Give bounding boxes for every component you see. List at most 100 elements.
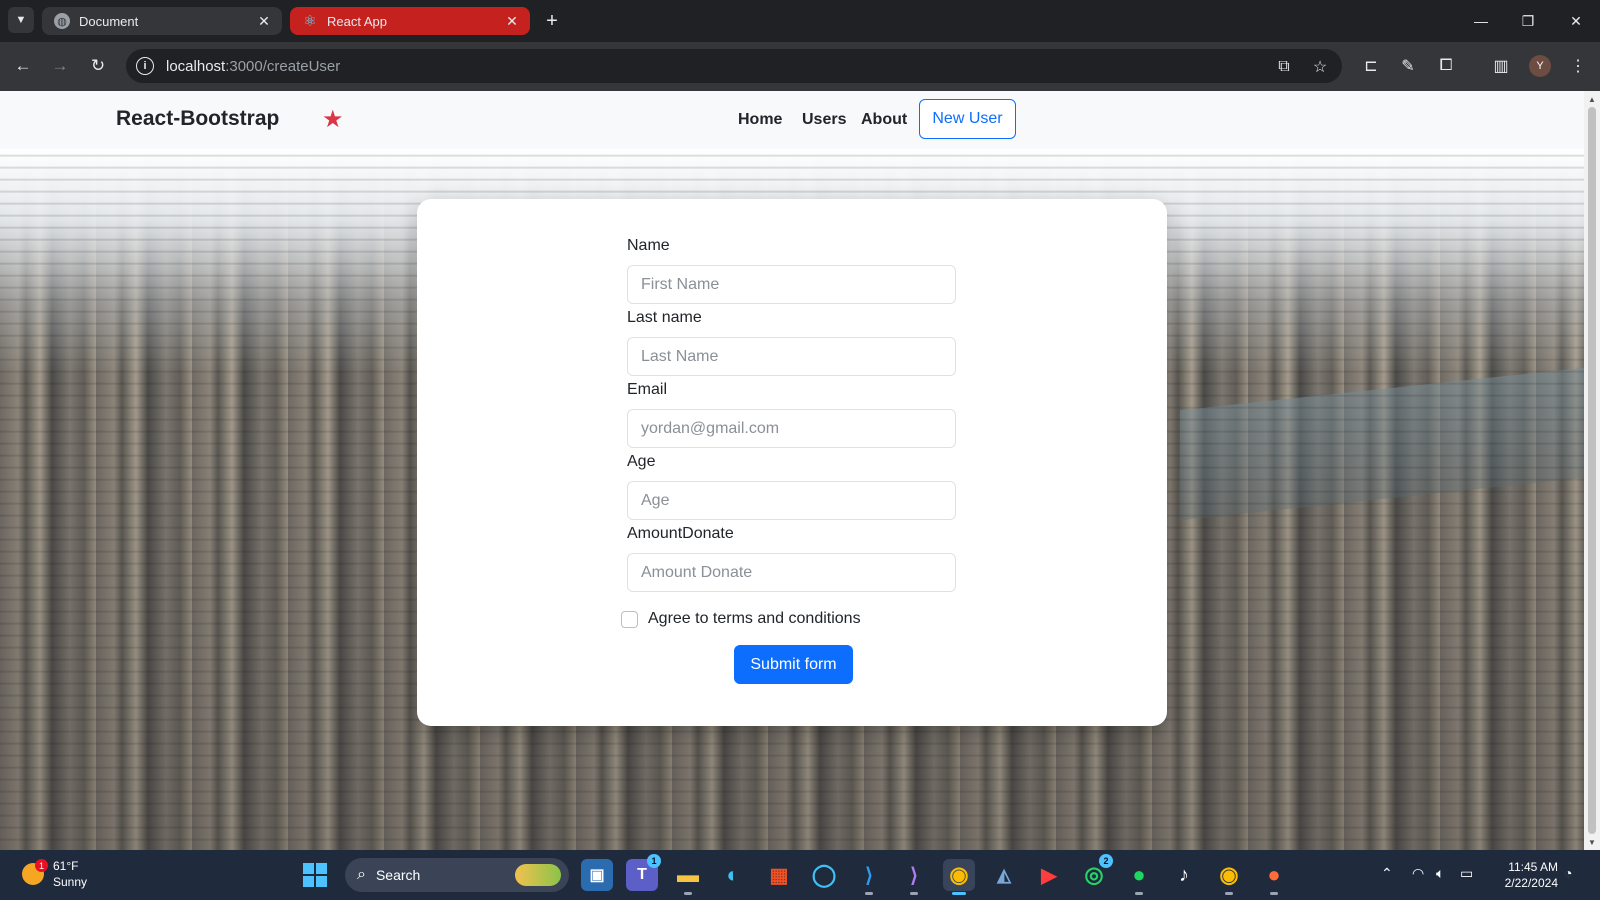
running-indicator xyxy=(952,892,966,895)
age-label: Age xyxy=(627,453,656,470)
react-logo-icon: ⚛ xyxy=(303,13,317,30)
taskbar-clock[interactable]: 11:45 AM 2/22/2024 xyxy=(1486,859,1558,891)
microsoft-store-icon[interactable]: ▦ xyxy=(763,859,795,891)
visual-studio-icon[interactable]: ⟩ xyxy=(898,859,930,895)
url-text: localhost:3000/createUser xyxy=(166,58,340,75)
weather-temp: 61°F xyxy=(53,859,79,873)
weather-text: 61°F Sunny xyxy=(53,858,87,890)
running-indicator xyxy=(865,892,873,895)
new-user-button[interactable]: New User xyxy=(919,99,1016,139)
amount-donate-label: AmountDonate xyxy=(627,525,734,542)
url-path: :3000/createUser xyxy=(225,57,341,75)
open-in-app-icon[interactable]: ⧉ xyxy=(1273,56,1295,78)
browser-toolbar: ← → ↻ i localhost:3000/createUser ⧉ ☆ ⊏ … xyxy=(0,42,1600,91)
page-viewport: React-Bootstrap ★ Home Users About New U… xyxy=(0,91,1584,850)
browser-tab-strip: ▼ ◍ Document ✕ ⚛ React App ✕ + — ❐ ✕ xyxy=(0,0,1600,42)
spotify-icon[interactable]: ● xyxy=(1123,859,1155,895)
running-indicator xyxy=(684,892,692,895)
chrome-profile-icon[interactable]: ◉ xyxy=(1213,859,1245,895)
nav-link-users[interactable]: Users xyxy=(802,111,846,129)
windows-start-icon[interactable] xyxy=(303,863,327,887)
create-user-card: Name Last name Email Age AmountDonate Ag… xyxy=(417,199,1167,726)
close-window-icon[interactable]: ✕ xyxy=(1558,8,1594,34)
first-name-input[interactable] xyxy=(627,265,956,304)
taskbar-search-box[interactable]: ⌕ Search xyxy=(345,858,569,892)
reload-icon[interactable]: ↻ xyxy=(84,52,112,80)
star-icon: ★ xyxy=(322,106,344,133)
last-name-label: Last name xyxy=(627,309,702,326)
minimize-icon[interactable]: — xyxy=(1463,8,1499,34)
extension-icon[interactable]: ⊏ xyxy=(1359,54,1383,78)
age-input[interactable] xyxy=(627,481,956,520)
running-indicator xyxy=(1225,892,1233,895)
running-indicator xyxy=(910,892,918,895)
navbar: React-Bootstrap ★ Home Users About New U… xyxy=(0,91,1584,149)
terms-checkbox-row: Agree to terms and conditions xyxy=(621,610,861,628)
tiktok-icon[interactable]: ♪ xyxy=(1168,859,1200,891)
video-player-icon[interactable]: ▶ xyxy=(1033,859,1065,891)
search-icon: ⌕ xyxy=(357,866,366,883)
weather-badge: 1 xyxy=(35,859,48,872)
tab-document[interactable]: ◍ Document ✕ xyxy=(42,7,282,35)
volume-icon[interactable]: 🔈︎ xyxy=(1436,865,1444,882)
running-indicator xyxy=(1135,892,1143,895)
cortana-ring-icon[interactable]: ◯ xyxy=(808,859,840,891)
nav-link-about[interactable]: About xyxy=(861,111,907,129)
whatsapp-icon[interactable]: ◎ 2 xyxy=(1078,854,1113,891)
submit-form-button[interactable]: Submit form xyxy=(734,645,853,684)
site-info-icon[interactable]: i xyxy=(136,57,154,75)
address-bar[interactable]: i localhost:3000/createUser ⧉ ☆ xyxy=(126,49,1342,83)
amount-donate-input[interactable] xyxy=(627,553,956,592)
terms-checkbox[interactable] xyxy=(621,610,638,628)
name-label: Name xyxy=(627,237,670,254)
clock-date: 2/22/2024 xyxy=(1504,876,1558,890)
nav-link-home[interactable]: Home xyxy=(738,111,782,129)
profile-avatar[interactable]: Y xyxy=(1529,55,1551,77)
weather-desc: Sunny xyxy=(53,875,88,889)
sun-icon: 1 xyxy=(22,859,48,885)
sql-tool-icon[interactable]: ◭ xyxy=(988,859,1020,891)
teams-app-icon[interactable]: T1 xyxy=(626,854,661,891)
bookmark-star-icon[interactable]: ☆ xyxy=(1309,56,1331,78)
email-label: Email xyxy=(627,381,668,398)
scrollbar-thumb[interactable] xyxy=(1588,107,1596,834)
globe-icon: ◍ xyxy=(54,13,70,29)
new-tab-plus-icon[interactable]: + xyxy=(541,8,563,34)
vscode-icon[interactable]: ⟩ xyxy=(853,859,885,895)
tab-title: Document xyxy=(79,13,139,29)
tab-close-icon[interactable]: ✕ xyxy=(504,13,520,29)
tab-search-chevron-icon[interactable]: ▼ xyxy=(8,7,34,33)
eyedropper-icon[interactable]: ✎ xyxy=(1396,54,1420,78)
file-explorer-icon[interactable]: ▬ xyxy=(672,859,704,895)
weather-widget[interactable]: 1 61°F Sunny xyxy=(22,858,87,890)
teams-badge: 1 xyxy=(647,854,661,868)
photos-app-icon[interactable]: ▣ xyxy=(581,859,613,891)
extensions-puzzle-icon[interactable]: ⧠ xyxy=(1434,54,1458,78)
search-highlight-image xyxy=(515,864,561,886)
taskbar-search-label: Search xyxy=(375,867,421,883)
tab-react-app[interactable]: ⚛ React App ✕ xyxy=(290,7,530,35)
tray-chevron-up-icon[interactable]: ⌃ xyxy=(1381,865,1393,882)
navbar-brand[interactable]: React-Bootstrap xyxy=(116,107,279,131)
battery-icon[interactable]: ▭ xyxy=(1460,865,1473,882)
email-input[interactable] xyxy=(627,409,956,448)
running-indicator xyxy=(1270,892,1278,895)
restore-icon[interactable]: ❐ xyxy=(1510,8,1546,34)
whatsapp-badge: 2 xyxy=(1099,854,1113,868)
postman-icon[interactable]: ● xyxy=(1258,859,1290,895)
notification-bell-icon[interactable]: ◔ xyxy=(1564,865,1572,881)
windows-taskbar: 1 61°F Sunny ⌕ Search ▣ T1 ▬ ◐ ▦ ◯ ⟩ ⟩ ◉… xyxy=(0,850,1600,900)
back-arrow-icon[interactable]: ← xyxy=(9,52,37,80)
scroll-up-arrow-icon[interactable]: ▲ xyxy=(1584,92,1600,106)
edge-browser-icon[interactable]: ◐ xyxy=(717,859,749,891)
last-name-input[interactable] xyxy=(627,337,956,376)
forward-arrow-icon[interactable]: → xyxy=(46,52,74,80)
menu-kebab-icon[interactable]: ⋮ xyxy=(1566,54,1590,78)
scroll-down-arrow-icon[interactable]: ▼ xyxy=(1584,835,1600,849)
chrome-app-icon[interactable]: ◉ xyxy=(943,859,975,895)
page-scrollbar[interactable]: ▲ ▼ xyxy=(1584,91,1600,850)
wifi-icon[interactable]: ◠ xyxy=(1412,865,1424,882)
terms-checkbox-label[interactable]: Agree to terms and conditions xyxy=(648,610,861,628)
tab-close-icon[interactable]: ✕ xyxy=(256,13,272,29)
side-panel-icon[interactable]: ▥ xyxy=(1489,54,1513,78)
